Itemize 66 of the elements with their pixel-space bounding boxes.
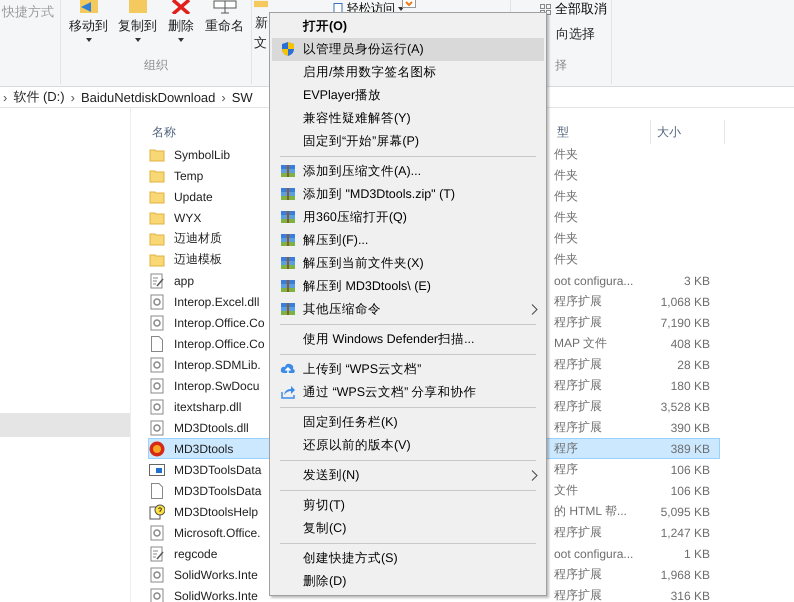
file-name: MD3DtoolsHelp (173, 504, 260, 518)
file-size: 3 KB (682, 274, 711, 288)
file-name: app (173, 274, 196, 288)
file-type: 程序扩展 (554, 314, 603, 331)
file-type: 文件 (554, 482, 579, 499)
group-label: 择 (555, 57, 567, 74)
file-name: MD3Dtools.dll (173, 420, 250, 434)
ribbon-label: 新 (255, 14, 268, 32)
file-name: Interop.SDMLib. (173, 358, 260, 372)
file-size: 7,190 KB (660, 316, 711, 330)
file-name: itextsharp.dll (173, 400, 242, 414)
file-size: 1,068 KB (660, 294, 711, 308)
file-name: MD3Dtools (173, 442, 234, 456)
file-type: 程序 (554, 461, 579, 478)
file-size: 1,247 KB (660, 526, 711, 540)
chevron-separator: › (221, 90, 226, 104)
file-type: 程序扩展 (554, 566, 603, 583)
file-type: 程序扩展 (554, 419, 603, 436)
chevron-separator: › (3, 90, 8, 104)
file-name: Interop.Excel.dll (173, 294, 260, 308)
file-type: oot configura... (554, 546, 634, 560)
file-name: Interop.SwDocu (173, 378, 260, 392)
file-type: 程序扩展 (554, 356, 603, 373)
file-type: 程序扩展 (554, 398, 603, 415)
file-size: 106 KB (670, 484, 711, 498)
file-type: 程序扩展 (554, 377, 603, 394)
ribbon-label: 文 (254, 34, 267, 52)
file-size: 106 KB (670, 462, 711, 476)
file-name: SymbolLib (173, 148, 232, 162)
ribbon-label: 快捷方式 (2, 3, 54, 21)
file-name: MD3DToolsData (173, 462, 260, 476)
file-type: 程序扩展 (554, 293, 603, 310)
file-type: 程序扩展 (554, 524, 603, 541)
file-size: 28 KB (676, 358, 711, 372)
file-type: 件夹 (554, 230, 579, 247)
file-size: 5,095 KB (660, 504, 711, 518)
chevron-separator: › (70, 90, 75, 104)
file-name: 迈迪模板 (173, 251, 223, 268)
file-type: 的 HTML 帮... (554, 503, 628, 520)
file-name: MD3DToolsData (173, 484, 260, 498)
file-size: 316 KB (670, 588, 711, 602)
file-name: SolidWorks.Inte (173, 568, 259, 582)
file-name: WYX (173, 210, 202, 224)
file-type: 件夹 (554, 146, 579, 163)
file-size: 1 KB (682, 546, 711, 560)
file-name: SolidWorks.Inte (173, 588, 259, 602)
file-type: 件夹 (554, 251, 579, 268)
file-name: regcode (173, 546, 218, 560)
file-name: Microsoft.Office. (173, 526, 260, 540)
file-size: 1,968 KB (660, 568, 711, 582)
file-name: Update (173, 190, 214, 204)
file-size: 408 KB (670, 336, 711, 350)
file-type: 件夹 (554, 209, 579, 226)
file-type: oot configura... (554, 274, 634, 288)
file-type: 件夹 (554, 167, 579, 184)
file-size: 390 KB (670, 420, 711, 434)
file-type: 程序 (554, 440, 579, 457)
file-size: 3,528 KB (660, 400, 711, 414)
file-size: 389 KB (670, 442, 711, 456)
file-name: Temp (173, 168, 204, 182)
group-label: 组织 (143, 57, 169, 74)
file-name: 迈迪材质 (173, 230, 223, 247)
file-size: 180 KB (670, 378, 711, 392)
file-type: 件夹 (554, 188, 579, 205)
file-type: MAP 文件 (554, 335, 608, 352)
file-type: 程序扩展 (554, 587, 603, 602)
